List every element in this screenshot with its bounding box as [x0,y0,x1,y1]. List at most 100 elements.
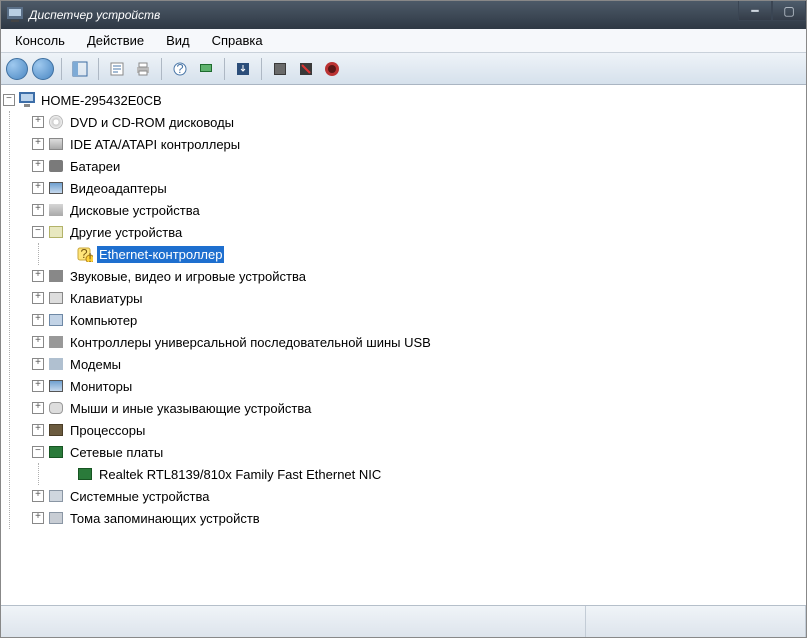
tree-item[interactable]: + Дисковые устройства [32,199,804,221]
tree-item[interactable]: − HOME-295432E0CB [3,89,804,111]
menu-action[interactable]: Действие [77,31,154,50]
help-button[interactable]: ? [168,57,192,81]
tree-item-label[interactable]: Видеоадаптеры [68,180,169,197]
tree-item-label[interactable]: Другие устройства [68,224,184,241]
tree-item-label[interactable]: Батареи [68,158,122,175]
tree-item[interactable]: + Тома запоминающих устройств [32,507,804,529]
print-button[interactable] [131,57,155,81]
tree-item[interactable]: + Мыши и иные указывающие устройства [32,397,804,419]
window-title: Диспетчер устройств [29,8,160,22]
tree-spacer [61,468,73,480]
tree-item-label[interactable]: IDE ATA/ATAPI контроллеры [68,136,242,153]
expand-toggle[interactable]: + [32,512,44,524]
cpu-icon [48,422,64,438]
expand-toggle[interactable]: + [32,314,44,326]
modem-icon [48,356,64,372]
tree-item-label[interactable]: DVD и CD-ROM дисководы [68,114,236,131]
tree-item[interactable]: + IDE ATA/ATAPI контроллеры [32,133,804,155]
tree-item[interactable]: + Звуковые, видео и игровые устройства [32,265,804,287]
toolbar-separator [261,58,262,80]
collapse-toggle[interactable]: − [32,226,44,238]
network-adapter-icon [77,466,93,482]
svg-text:!: ! [88,250,92,262]
tree-item[interactable]: + DVD и CD-ROM дисководы [32,111,804,133]
tree-item-label[interactable]: Дисковые устройства [68,202,202,219]
tree-item[interactable]: + Клавиатуры [32,287,804,309]
expand-toggle[interactable]: + [32,336,44,348]
tree-item-label[interactable]: Контроллеры универсальной последовательн… [68,334,433,351]
tree-item-label[interactable]: Компьютер [68,312,139,329]
toolbar-separator [224,58,225,80]
collapse-toggle[interactable]: − [32,446,44,458]
tree-item[interactable]: + Компьютер [32,309,804,331]
ide-icon [48,136,64,152]
tree-item[interactable]: − Другие устройства [32,221,804,243]
toolbar-separator [61,58,62,80]
expand-toggle[interactable]: + [32,270,44,282]
menu-help[interactable]: Справка [202,31,273,50]
enable-button[interactable] [320,57,344,81]
tree-item[interactable]: − Сетевые платы [32,441,804,463]
expand-toggle[interactable]: + [32,358,44,370]
tree-item[interactable]: + Мониторы [32,375,804,397]
tree-item-label[interactable]: Звуковые, видео и игровые устройства [68,268,308,285]
nav-forward-button[interactable] [31,57,55,81]
collapse-toggle[interactable]: − [3,94,15,106]
titlebar[interactable]: Диспетчер устройств ━ ▢ [1,1,806,29]
tree-item[interactable]: + Контроллеры универсальной последователь… [32,331,804,353]
minimize-button[interactable]: ━ [738,1,772,21]
tree-item-label[interactable]: Тома запоминающих устройств [68,510,262,527]
nav-back-button[interactable] [5,57,29,81]
tree-item-label[interactable]: Процессоры [68,422,147,439]
expand-toggle[interactable]: + [32,380,44,392]
device-manager-window: Диспетчер устройств ━ ▢ Консоль Действие… [0,0,807,638]
show-hide-tree-button[interactable] [68,57,92,81]
tree-item[interactable]: + Модемы [32,353,804,375]
expand-toggle[interactable]: + [32,402,44,414]
expand-toggle[interactable]: + [32,204,44,216]
tree-item[interactable]: + Видеоадаптеры [32,177,804,199]
expand-toggle[interactable]: + [32,292,44,304]
tree-item[interactable]: + Батареи [32,155,804,177]
keyboard-icon [48,290,64,306]
window-controls: ━ ▢ [738,1,806,21]
computer-icon [19,92,35,108]
tree-item[interactable]: + Системные устройства [32,485,804,507]
status-cell [1,606,586,637]
computer-category-icon [48,312,64,328]
tree-item[interactable]: Realtek RTL8139/810x Family Fast Etherne… [61,463,804,485]
disable-button[interactable] [294,57,318,81]
menubar: Консоль Действие Вид Справка [1,29,806,53]
tree-item-label[interactable]: Мониторы [68,378,134,395]
device-tree[interactable]: −HOME-295432E0CB+DVD и CD-ROM дисководы+… [1,85,806,605]
tree-item-label[interactable]: Клавиатуры [68,290,145,307]
network-adapter-icon [48,444,64,460]
monitor-icon [48,378,64,394]
tree-item-label[interactable]: Мыши и иные указывающие устройства [68,400,313,417]
properties-button[interactable] [105,57,129,81]
tree-item-label[interactable]: HOME-295432E0CB [39,92,164,109]
scan-hardware-button[interactable] [194,57,218,81]
usb-icon [48,334,64,350]
sound-icon [48,268,64,284]
tree-item[interactable]: ?!Ethernet-контроллер [61,243,804,265]
expand-toggle[interactable]: + [32,160,44,172]
expand-toggle[interactable]: + [32,424,44,436]
tree-item-label[interactable]: Ethernet-контроллер [97,246,224,263]
menu-console[interactable]: Консоль [5,31,75,50]
expand-toggle[interactable]: + [32,490,44,502]
menu-view[interactable]: Вид [156,31,200,50]
system-device-icon [48,488,64,504]
expand-toggle[interactable]: + [32,182,44,194]
tree-item-label[interactable]: Realtek RTL8139/810x Family Fast Etherne… [97,466,383,483]
tree-item[interactable]: + Процессоры [32,419,804,441]
uninstall-button[interactable] [268,57,292,81]
toolbar: ? [1,53,806,85]
expand-toggle[interactable]: + [32,138,44,150]
tree-item-label[interactable]: Модемы [68,356,123,373]
tree-item-label[interactable]: Системные устройства [68,488,211,505]
maximize-button[interactable]: ▢ [772,1,806,21]
update-driver-button[interactable] [231,57,255,81]
expand-toggle[interactable]: + [32,116,44,128]
tree-item-label[interactable]: Сетевые платы [68,444,165,461]
